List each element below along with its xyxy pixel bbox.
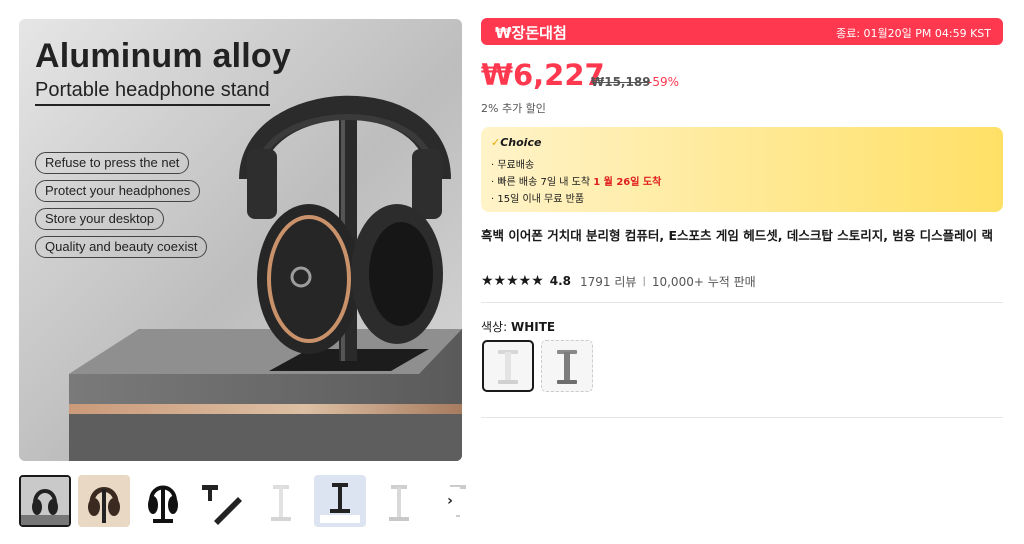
benefit-free-shipping: · 무료배송 [491,160,535,171]
rating-score: 4.8 [549,274,572,288]
rating-row: ★★★★★ 4.8 1791 리뷰 | 10,000+ 누적 판매 [481,273,756,289]
hero-title: Aluminum alloy [35,37,291,75]
thumbnail[interactable] [255,475,307,527]
product-title: 흑백 이어폰 거치대 분리형 컴퓨터, E스포츠 게임 헤드셋, 데스크탑 스토… [481,228,994,243]
chevron-right-icon[interactable]: › [440,487,460,515]
star-rating-icon: ★★★★★ [481,273,544,289]
thumbnail-strip [19,475,484,527]
separator: | [642,275,646,287]
selected-color: WHITE [510,320,556,334]
color-option-white[interactable] [482,340,534,392]
feature-pill: Quality and beauty coexist [35,236,208,258]
feature-pill: Protect your headphones [35,180,201,202]
discount-rate: -59% [648,75,680,89]
thumbnail[interactable] [137,475,189,527]
thumbnail[interactable] [19,475,71,527]
feature-pill: Store your desktop [35,208,165,230]
extra-discount: 2% 추가 할인 [481,102,546,115]
deal-name: ₩장돈대첨 [495,24,567,42]
color-option-gray[interactable] [541,340,593,392]
divider [481,302,1003,303]
sold-count: 10,000+ 누적 판매 [651,274,756,289]
deal-banner: ₩장돈대첨 종료: 01월20일 PM 04:59 KST [481,18,1003,45]
color-label: 색상: WHITE [481,320,556,334]
feature-pill: Refuse to press the net [35,152,190,174]
thumbnail[interactable] [196,475,248,527]
choice-benefits-box: ✓Choice · 무료배송 · 빠른 배송 7일 내 도착 1 월 26일 도… [481,127,1003,212]
benefit-fast-delivery: · 빠른 배송 7일 내 도착 1 월 26일 도착 [491,177,662,188]
product-page: Aluminum alloy Portable headphone stand … [0,0,1024,544]
original-price: ₩15,189 [591,75,651,89]
thumbnail[interactable] [314,475,366,527]
main-product-image[interactable]: Aluminum alloy Portable headphone stand … [19,19,462,461]
benefit-free-returns: · 15일 이내 무료 반품 [491,194,585,205]
delivery-date: 1 월 26일 도착 [593,177,662,188]
thumbnail[interactable] [373,475,425,527]
hero-subtitle: Portable headphone stand [35,79,270,106]
deal-end-time: 종료: 01월20일 PM 04:59 KST [836,27,991,40]
choice-badge: ✓Choice [491,136,542,149]
current-price: ₩6,227 [481,58,605,92]
check-icon: ✓ [491,136,501,149]
review-count-link[interactable]: 1791 리뷰 [580,273,636,290]
thumbnail[interactable] [78,475,130,527]
divider [481,417,1003,418]
